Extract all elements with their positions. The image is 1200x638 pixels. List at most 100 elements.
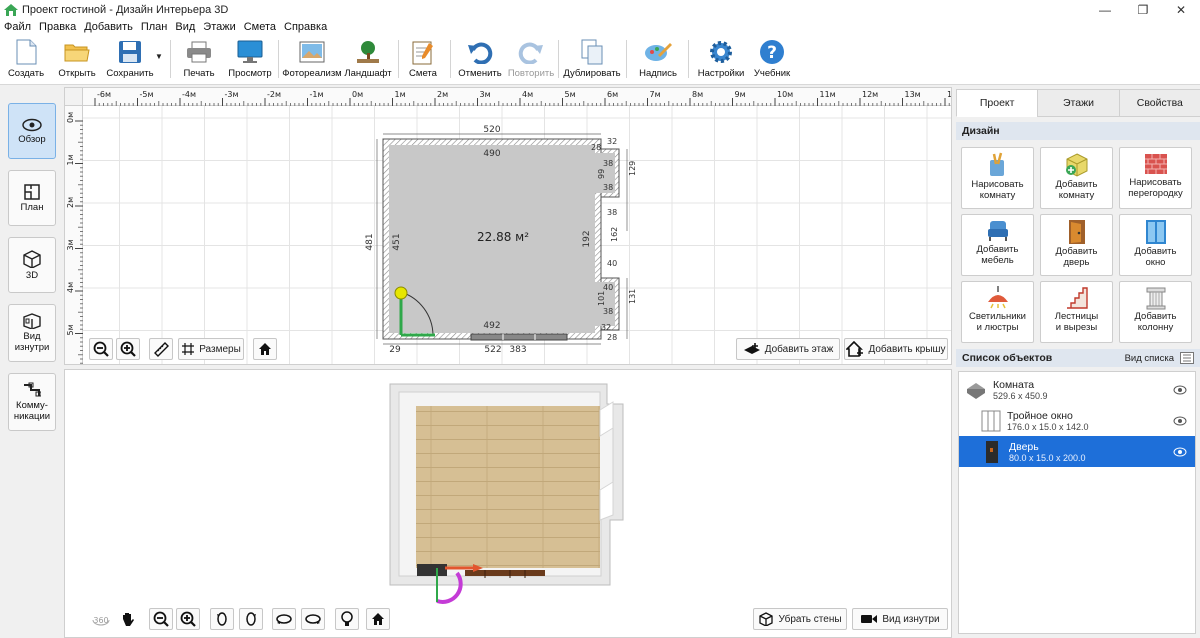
view-overview-button[interactable]: Обзор (8, 103, 56, 159)
save-button[interactable]: Сохранить (104, 37, 156, 83)
menu-plan[interactable]: План (141, 21, 168, 33)
room-object-icon (967, 382, 985, 399)
rotate-right-button[interactable] (239, 608, 263, 630)
3d-viewport[interactable]: 360 Убрать стены Вид изнутри (64, 369, 952, 638)
ruler-label: -4м (182, 90, 196, 99)
add-floor-button[interactable]: Добавить этаж (736, 338, 840, 360)
estimate-button[interactable]: Смета (404, 37, 442, 83)
add-room-button[interactable]: Добавить комнату (1040, 147, 1113, 209)
redo-button[interactable]: Повторить (506, 37, 556, 83)
menu-view[interactable]: Вид (175, 21, 195, 33)
room-floor-3d[interactable] (416, 406, 600, 568)
floor-plan-canvas[interactable]: -6м -5м -4м -3м -2м -1м 0м 1м 2м 3м 4м 5м 6м 7м 8м 9м 10… (64, 87, 952, 365)
add-furniture-button[interactable]: Добавить мебель (961, 214, 1034, 276)
remove-walls-button[interactable]: Убрать стены (753, 608, 847, 630)
rotate-left-button[interactable] (210, 608, 234, 630)
ruler-label: 1м (395, 90, 406, 99)
measure-tool-button[interactable] (149, 338, 173, 360)
zoom-in-button[interactable] (116, 338, 140, 360)
app-logo-icon (4, 3, 18, 16)
view-plan-button[interactable]: План (8, 170, 56, 226)
add-column-button[interactable]: Добавить колонну (1119, 281, 1192, 343)
printer-icon (184, 37, 214, 67)
stairs-button[interactable]: Лестницы и вырезы (1040, 281, 1113, 343)
view-inside-button[interactable]: Вид изнутри (8, 304, 56, 362)
dim-r38a: 38 (603, 159, 613, 168)
undo-button[interactable]: Отменить (456, 37, 504, 83)
view-3d-button[interactable]: 3D (8, 237, 56, 293)
settings-button[interactable]: Настройки (696, 37, 746, 83)
visibility-eye-icon[interactable] (1173, 416, 1187, 426)
tilt-up-button[interactable] (272, 608, 296, 630)
ruler-label: 13м (905, 90, 921, 99)
visibility-eye-icon[interactable] (1173, 385, 1187, 395)
triple-window[interactable] (470, 333, 568, 341)
close-button[interactable]: ✕ (1162, 0, 1200, 19)
title-bar: Проект гостиной - Дизайн Интерьера 3D (0, 0, 1200, 19)
menu-estimate[interactable]: Смета (244, 21, 276, 33)
tilt-down-button[interactable] (301, 608, 325, 630)
3d-zoom-in-button[interactable] (176, 608, 200, 630)
pan-hand-button[interactable] (116, 608, 140, 630)
ruler-label: 0м (352, 90, 363, 99)
lamps-button[interactable]: Светильники и люстры (961, 281, 1034, 343)
list-view-toggle[interactable]: Вид списка (1125, 353, 1174, 364)
door-object-icon (986, 440, 998, 463)
ruler-label: 1м (66, 154, 75, 165)
tab-floors[interactable]: Этажи (1037, 89, 1120, 117)
list-view-icon[interactable] (1180, 352, 1194, 364)
menu-edit[interactable]: Правка (39, 21, 76, 33)
hand-pan-icon (123, 613, 134, 626)
dim-r38c: 38 (607, 208, 617, 217)
view-utilities-button[interactable]: Комму- никации (8, 373, 56, 431)
menu-add[interactable]: Добавить (84, 21, 133, 33)
visibility-eye-icon[interactable] (1173, 447, 1187, 457)
tab-properties[interactable]: Свойства (1118, 89, 1200, 117)
draw-room-tools-icon (989, 152, 1004, 176)
svg-text:?: ? (767, 43, 777, 63)
preview-button[interactable]: Просмотр (228, 37, 272, 83)
ruler-label: 2м (66, 197, 75, 208)
plan-home-button[interactable] (253, 338, 277, 360)
menu-help[interactable]: Справка (284, 21, 327, 33)
door-3d[interactable] (417, 564, 447, 576)
toolbar-separator (170, 40, 171, 78)
caption-button[interactable]: Надпись (636, 37, 680, 83)
list-item[interactable]: Тройное окно 176.0 x 15.0 x 142.0 (959, 405, 1195, 436)
door-handle-marker[interactable] (394, 286, 408, 300)
dim-r40b: 40 (603, 283, 613, 292)
dimensions-grid-icon (182, 343, 195, 355)
window-3d[interactable] (465, 570, 545, 576)
add-window-button[interactable]: Добавить окно (1119, 214, 1192, 276)
menu-floors[interactable]: Этажи (203, 21, 235, 33)
list-item-selected[interactable]: Дверь 80.0 x 15.0 x 200.0 (959, 436, 1195, 467)
landscape-button[interactable]: Ландшафт (344, 37, 392, 83)
menu-file[interactable]: Файл (4, 21, 31, 33)
print-button[interactable]: Печать (180, 37, 218, 83)
dim-bottom-b: 522 (484, 345, 501, 355)
add-door-button[interactable]: Добавить дверь (1040, 214, 1113, 276)
add-roof-button[interactable]: Добавить крышу (844, 338, 948, 360)
draw-partition-button[interactable]: Нарисовать перегородку (1119, 147, 1192, 209)
tutorial-button[interactable]: ? Учебник (752, 37, 792, 83)
open-button[interactable]: Открыть (56, 37, 98, 83)
window-title: Проект гостиной - Дизайн Интерьера 3D (22, 3, 229, 16)
tab-project[interactable]: Проект (956, 89, 1039, 117)
duplicate-button[interactable]: Дублировать (562, 37, 622, 83)
create-button[interactable]: Создать (6, 37, 46, 83)
list-item[interactable]: Комната 529.6 x 450.9 (959, 374, 1195, 405)
minimize-button[interactable]: — (1086, 0, 1124, 19)
ruler-label: 5м (565, 90, 576, 99)
lighting-button[interactable] (335, 608, 359, 630)
photorealism-button[interactable]: Фотореализм (282, 37, 342, 83)
zoom-out-button[interactable] (89, 338, 113, 360)
maximize-button[interactable]: ❐ (1124, 0, 1162, 19)
3d-home-button[interactable] (366, 608, 390, 630)
draw-room-button[interactable]: Нарисовать комнату (961, 147, 1034, 209)
toolbar-separator (450, 40, 451, 78)
dimensions-button[interactable]: Размеры (178, 338, 244, 360)
rotate-360-button[interactable]: 360 (89, 608, 113, 630)
inside-view-button[interactable]: Вид изнутри (852, 608, 948, 630)
dim-r162: 162 (610, 227, 619, 242)
3d-zoom-out-button[interactable] (149, 608, 173, 630)
